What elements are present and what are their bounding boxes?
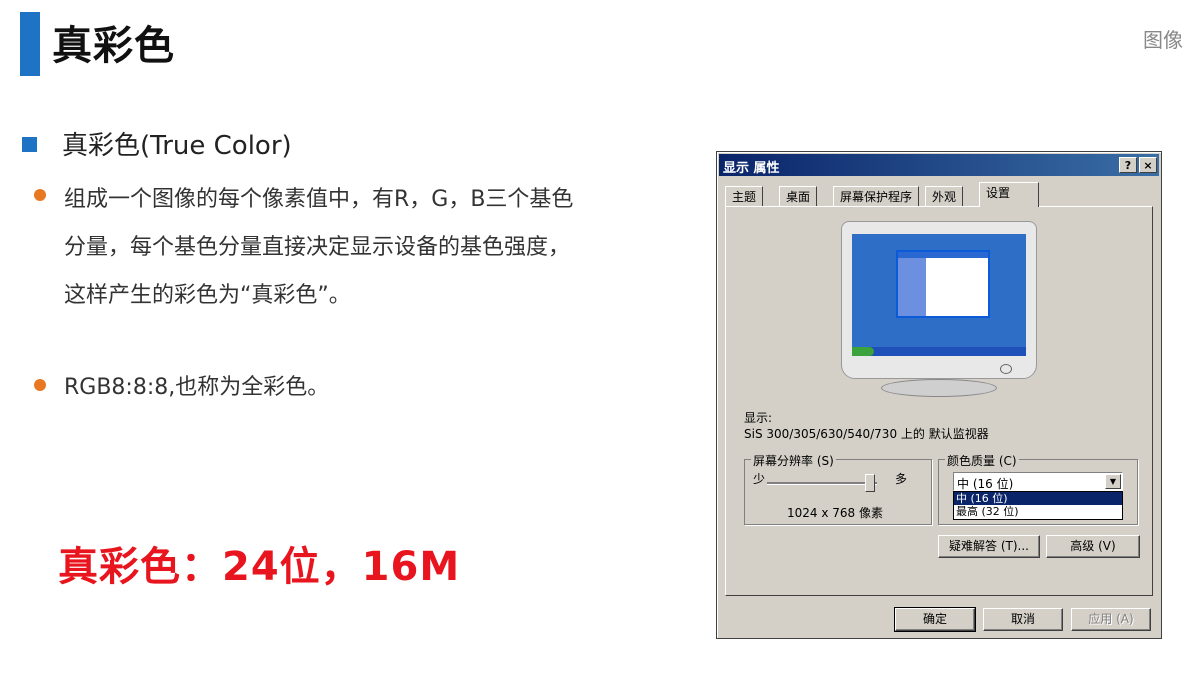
close-button[interactable]: × — [1139, 157, 1157, 173]
resolution-group-title: 屏幕分辨率 (S) — [751, 452, 836, 469]
color-option-16bit[interactable]: 中 (16 位) — [954, 492, 1122, 505]
tab-appearance[interactable]: 外观 — [925, 186, 964, 206]
tab-screensaver[interactable]: 屏幕保护程序 — [833, 186, 920, 206]
display-properties-dialog: 显示 属性 ? × 主题 桌面 屏幕保护程序 外观 设置 显示: SiS 300… — [716, 151, 1162, 639]
resolution-slider-track[interactable] — [767, 482, 877, 485]
color-quality-selected: 中 (16 位) — [957, 477, 1014, 491]
apply-button[interactable]: 应用 (A) — [1071, 608, 1151, 631]
dialog-title: 显示 属性 — [723, 161, 780, 176]
slider-less-label: 少 — [753, 472, 766, 486]
display-device-name: SiS 300/305/630/540/730 上的 默认监视器 — [744, 427, 989, 441]
paragraph-rgb888: RGB8:8:8,也称为全彩色。 — [64, 375, 330, 400]
slider-more-label: 多 — [895, 472, 908, 486]
paragraph-definition: 组成一个图像的每个像素值中，有R，G，B三个基色分量，每个基色分量直接决定显示设… — [64, 187, 574, 308]
preview-start-button — [852, 347, 874, 356]
square-bullet-icon — [22, 137, 37, 152]
ok-button[interactable]: 确定 — [894, 607, 976, 632]
tab-desktop[interactable]: 桌面 — [779, 186, 818, 206]
cancel-button[interactable]: 取消 — [983, 608, 1063, 631]
tab-themes[interactable]: 主题 — [725, 186, 764, 206]
preview-taskbar — [852, 347, 1026, 356]
resolution-group: 屏幕分辨率 (S) 少 多 1024 x 768 像素 — [744, 452, 932, 525]
troubleshoot-button[interactable]: 疑难解答 (T)... — [938, 535, 1040, 558]
monitor-preview — [841, 221, 1037, 379]
bullet-dot-icon — [34, 189, 46, 201]
settings-panel: 显示: SiS 300/305/630/540/730 上的 默认监视器 屏幕分… — [725, 206, 1153, 596]
preview-window — [896, 250, 990, 318]
advanced-button[interactable]: 高级 (V) — [1046, 535, 1140, 558]
resolution-value: 1024 x 768 像素 — [787, 506, 883, 520]
highlight-summary: 真彩色：24位，16M — [58, 544, 461, 590]
dropdown-arrow-icon[interactable]: ▼ — [1105, 474, 1121, 489]
desktop-preview-screen — [852, 234, 1026, 356]
bullet-true-color: 真彩色(True Color) — [62, 131, 292, 161]
title-accent-bar — [20, 12, 40, 76]
display-label: 显示: — [744, 411, 773, 425]
color-quality-select[interactable]: 中 (16 位) ▼ — [953, 472, 1123, 491]
color-quality-dropdown-list: 中 (16 位) 最高 (32 位) — [953, 491, 1123, 520]
resolution-slider-thumb[interactable] — [865, 474, 875, 492]
monitor-stand — [881, 379, 997, 397]
dialog-titlebar: 显示 属性 ? × — [719, 154, 1159, 176]
color-quality-group-title: 颜色质量 (C) — [945, 452, 1019, 469]
power-led-icon — [1000, 364, 1012, 374]
bullet-dot-icon — [34, 379, 46, 391]
color-quality-group: 颜色质量 (C) 中 (16 位) ▼ 中 (16 位) 最高 (32 位) — [938, 452, 1138, 525]
corner-section-label: 图像 — [1143, 28, 1183, 52]
tab-settings[interactable]: 设置 — [979, 182, 1039, 207]
help-button[interactable]: ? — [1119, 157, 1137, 173]
color-option-32bit[interactable]: 最高 (32 位) — [954, 505, 1122, 518]
slide-title: 真彩色 — [52, 23, 175, 69]
